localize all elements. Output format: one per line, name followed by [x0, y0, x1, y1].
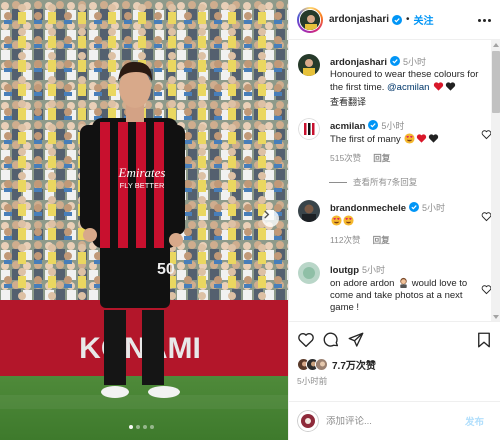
- post-header: ardonjashari • 关注: [289, 0, 500, 40]
- verified-icon: [392, 14, 403, 25]
- carousel-dot: [136, 425, 140, 429]
- heart-eyes-emoji: [343, 215, 354, 226]
- comment-username[interactable]: loutgp: [330, 265, 359, 276]
- post-side-panel: ardonjashari • 关注 ardonjashari 5小时 Honour…: [288, 0, 500, 440]
- comment-time: 5小时: [381, 121, 405, 131]
- separator-dot: •: [406, 14, 410, 25]
- caption-username[interactable]: ardonjashari: [330, 57, 387, 68]
- likes-count[interactable]: 7.7万次赞: [332, 357, 376, 372]
- reply-button[interactable]: 回复: [373, 152, 390, 164]
- reply-button[interactable]: 回复: [373, 234, 390, 246]
- chevron-right-icon: [264, 210, 270, 219]
- shirt-sponsor-sub: FLY BETTER: [120, 181, 165, 190]
- scrollbar-thumb[interactable]: [492, 51, 500, 113]
- author-username[interactable]: ardonjashari: [329, 14, 389, 25]
- player-photo-illustration: KONAMI 50 Emirates FLY BETTER: [0, 0, 288, 440]
- comment-avatar[interactable]: [298, 200, 320, 222]
- scroll-up-arrow-icon[interactable]: [493, 43, 499, 47]
- red-heart-emoji: [417, 134, 427, 143]
- red-heart-emoji: [433, 82, 444, 91]
- comment-likes[interactable]: 515次赞: [330, 152, 361, 164]
- caption-time: 5小时: [403, 57, 427, 67]
- more-options-icon[interactable]: [478, 15, 492, 25]
- next-photo-button[interactable]: [262, 210, 279, 227]
- heart-eyes-emoji: [331, 215, 342, 226]
- comment-username[interactable]: brandonmechele: [330, 203, 406, 214]
- caption-avatar[interactable]: [298, 54, 320, 76]
- likes-summary[interactable]: 7.7万次赞: [297, 357, 376, 372]
- photographer-emoji: [400, 277, 407, 288]
- comment-avatar[interactable]: [298, 262, 320, 284]
- carousel-indicator: [129, 425, 154, 429]
- view-replies-button[interactable]: 查看所有7条回复: [329, 176, 417, 188]
- shorts-number: 50: [157, 261, 175, 278]
- viewer-avatar: [297, 410, 319, 432]
- shirt-sponsor: Emirates: [118, 165, 166, 180]
- comment-username[interactable]: acmilan: [330, 121, 365, 132]
- carousel-dot: [143, 425, 147, 429]
- post-timestamp: 5小时前: [297, 376, 328, 386]
- comment-time: 5小时: [362, 265, 386, 275]
- verified-icon: [390, 56, 401, 66]
- carousel-dot: [150, 425, 154, 429]
- post-comment-button[interactable]: 发布: [465, 414, 484, 428]
- liker-avatar: [315, 358, 328, 371]
- comment-text: The first of many: [330, 134, 401, 145]
- post-modal: KONAMI 50 Emirates FLY BETTER ardonjasha…: [0, 0, 500, 440]
- bookmark-icon[interactable]: [475, 331, 493, 349]
- scroll-down-arrow-icon[interactable]: [493, 315, 499, 319]
- add-comment-input[interactable]: [326, 415, 461, 427]
- add-comment-bar: 发布: [289, 401, 500, 440]
- post-photo[interactable]: KONAMI 50 Emirates FLY BETTER: [0, 0, 288, 440]
- view-replies-label: 查看所有7条回复: [353, 177, 418, 187]
- comment-time: 5小时: [422, 203, 446, 213]
- verified-icon: [409, 202, 420, 212]
- heart-eyes-emoji: [404, 133, 415, 144]
- caption-mention[interactable]: @acmilan: [387, 82, 429, 93]
- verified-icon: [368, 120, 379, 130]
- comment-text: on adore ardon: [330, 278, 395, 289]
- black-heart-emoji: [429, 134, 439, 143]
- comment-avatar[interactable]: [298, 118, 320, 140]
- author-avatar[interactable]: [297, 6, 323, 33]
- translate-link[interactable]: 查看翻译: [330, 96, 480, 108]
- comment-icon[interactable]: [322, 331, 340, 349]
- comments-list[interactable]: ardonjashari 5小时 Honoured to wear these c…: [289, 40, 495, 321]
- share-icon[interactable]: [347, 331, 365, 349]
- banner-text: KONAMI: [79, 332, 201, 365]
- comment-likes[interactable]: 112次赞: [330, 234, 361, 246]
- post-actions: 7.7万次赞 5小时前: [289, 321, 500, 401]
- black-heart-emoji: [445, 82, 456, 91]
- carousel-dot-active: [129, 425, 133, 429]
- follow-button[interactable]: 关注: [414, 12, 434, 27]
- heart-icon[interactable]: [297, 331, 315, 349]
